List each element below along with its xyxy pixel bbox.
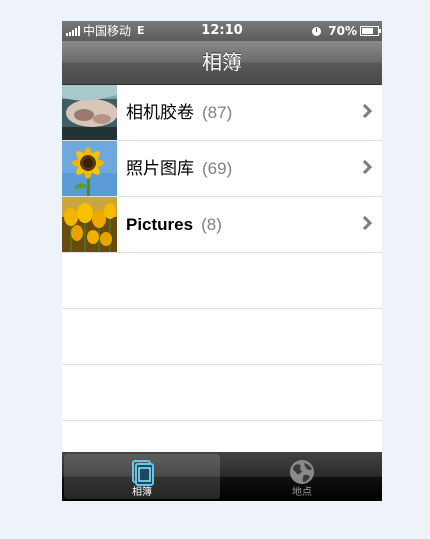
tab-bar: 相簿 地点 — [62, 452, 382, 501]
camera-roll-thumbnail — [62, 85, 117, 140]
chevron-right-icon — [357, 103, 373, 119]
album-name: Pictures — [126, 215, 194, 234]
battery-percent: 70% — [328, 24, 357, 38]
globe-icon — [290, 460, 314, 484]
album-label: 照片图库 (69) — [126, 141, 232, 197]
pictures-thumbnail — [62, 197, 117, 252]
tab-albums[interactable]: 相簿 — [64, 454, 220, 499]
chevron-right-icon — [357, 215, 373, 231]
album-count: (87) — [202, 103, 233, 122]
album-row-pictures[interactable]: Pictures (8) — [62, 197, 382, 253]
empty-row — [62, 365, 382, 421]
tab-places-label: 地点 — [292, 487, 312, 498]
album-label: 相机胶卷 (87) — [126, 85, 232, 141]
alarm-clock-icon — [312, 26, 322, 36]
page-title: 相簿 — [202, 50, 242, 74]
empty-row — [62, 253, 382, 309]
photo-library-thumbnail — [62, 141, 117, 196]
album-list: 相机胶卷 (87) 照片图库 (69) Pictures (8) — [62, 85, 382, 453]
tab-albums-label: 相簿 — [132, 487, 152, 498]
album-label: Pictures (8) — [126, 197, 222, 253]
phone-screen: 中国移动 E 12:10 70% 相簿 相机胶卷 (87) 照片图库 (69) … — [62, 21, 382, 501]
albums-icon — [132, 460, 154, 486]
status-bar: 中国移动 E 12:10 70% — [62, 21, 382, 41]
navigation-bar: 相簿 — [62, 41, 382, 85]
album-name: 相机胶卷 — [126, 103, 194, 123]
album-row-camera-roll[interactable]: 相机胶卷 (87) — [62, 85, 382, 141]
album-name: 照片图库 — [126, 159, 194, 179]
battery-level-fill — [362, 28, 373, 34]
status-right: 70% — [312, 21, 381, 41]
tab-places[interactable]: 地点 — [224, 454, 380, 499]
album-count: (69) — [202, 159, 233, 178]
album-count: (8) — [201, 215, 222, 234]
battery-icon — [360, 26, 381, 36]
empty-row — [62, 309, 382, 365]
album-row-photo-library[interactable]: 照片图库 (69) — [62, 141, 382, 197]
chevron-right-icon — [357, 159, 373, 175]
